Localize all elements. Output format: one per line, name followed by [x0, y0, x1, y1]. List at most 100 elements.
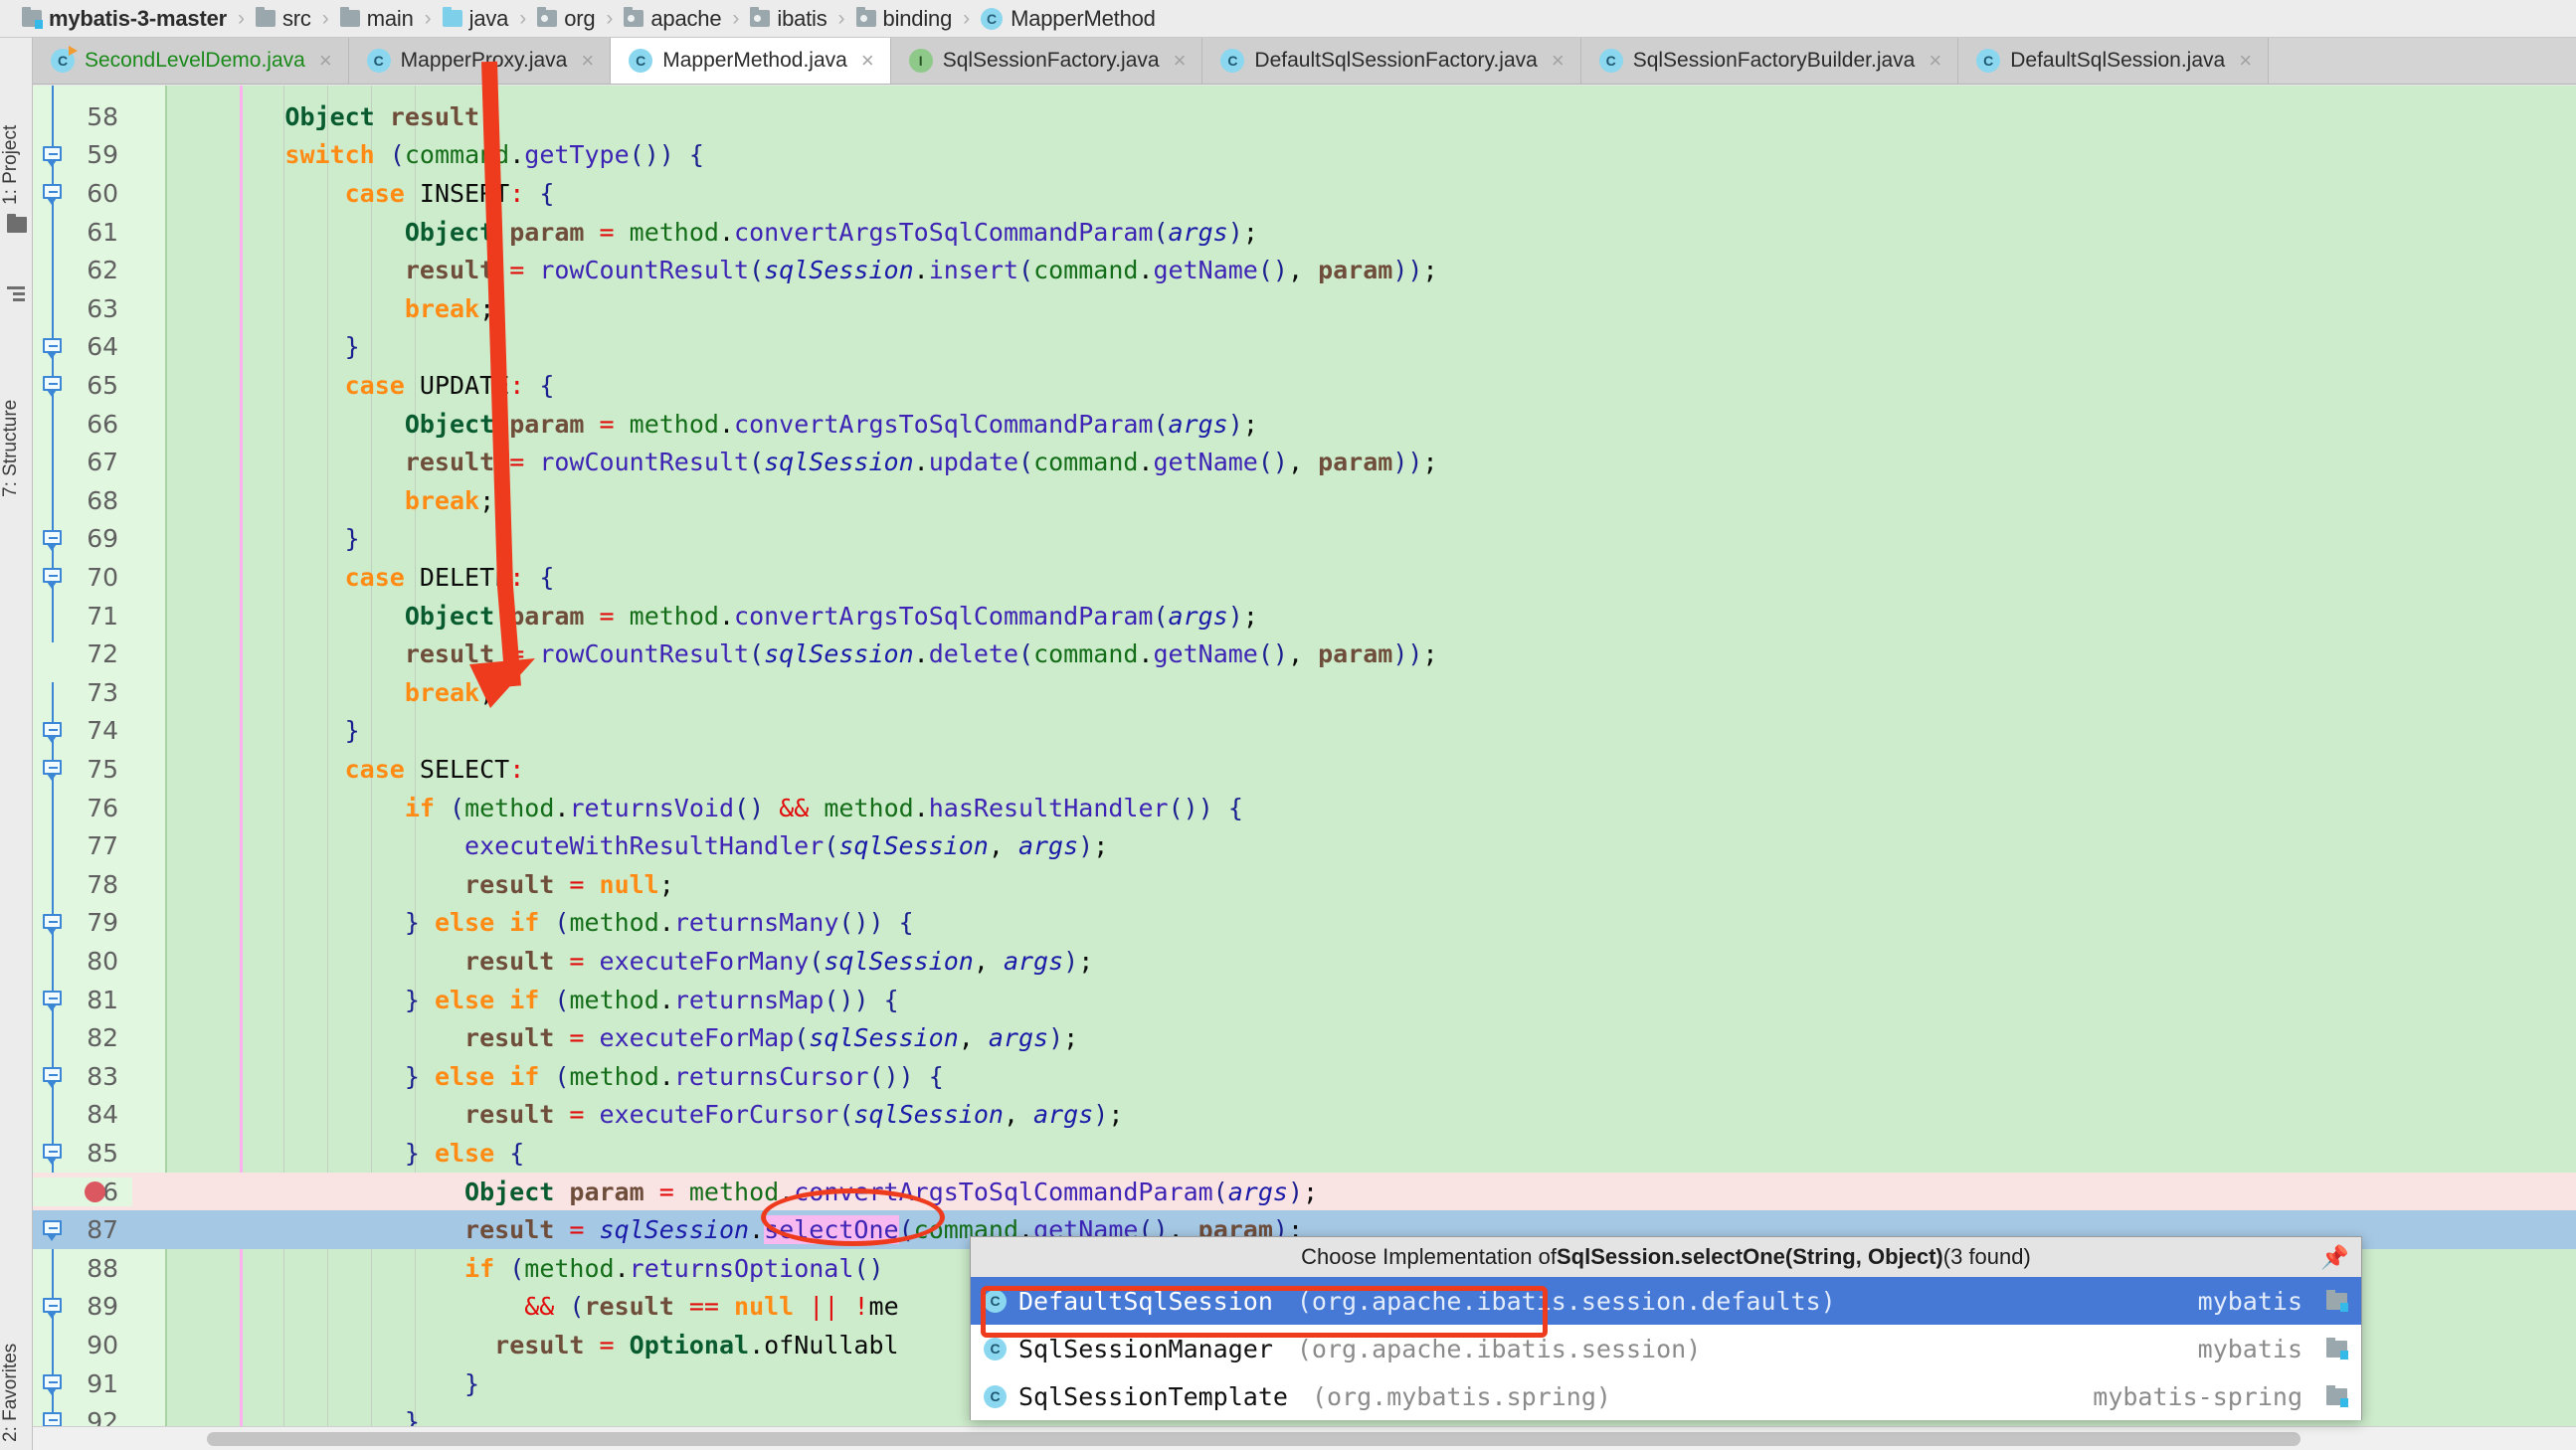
code-line[interactable]: 72 result = rowCountResult(sqlSession.de…	[33, 634, 2576, 673]
code-text[interactable]: }	[165, 524, 360, 553]
fold-toggle-icon[interactable]	[43, 145, 63, 167]
fold-toggle-icon[interactable]	[43, 990, 63, 1011]
code-line[interactable]: 58 Object result;	[33, 97, 2576, 136]
tab-MapperProxy[interactable]: C MapperProxy.java ×	[348, 38, 612, 84]
fold-toggle-icon[interactable]	[43, 1220, 63, 1242]
code-text[interactable]: result = rowCountResult(sqlSession.updat…	[165, 448, 1438, 476]
gutter-space[interactable]	[132, 289, 165, 328]
code-text[interactable]: }	[165, 1407, 420, 1426]
code-line[interactable]: 66 Object param = method.convertArgsToSq…	[33, 405, 2576, 444]
fold-toggle-icon[interactable]	[43, 1144, 63, 1166]
code-line[interactable]: 76 if (method.returnsVoid() && method.ha…	[33, 789, 2576, 827]
list-item[interactable]: C DefaultSqlSession (org.apache.ibatis.s…	[971, 1277, 2361, 1325]
code-line[interactable]: 60 case INSERT: {	[33, 174, 2576, 213]
gutter-space[interactable]	[132, 251, 165, 289]
code-line[interactable]: 71 Object param = method.convertArgsToSq…	[33, 597, 2576, 635]
breakpoint-marker[interactable]	[85, 1180, 105, 1202]
gutter-space[interactable]	[132, 673, 165, 712]
code-text[interactable]: break;	[165, 294, 494, 323]
code-line[interactable]: 59 switch (command.getType()) {	[33, 136, 2576, 175]
code-line[interactable]: 62 result = rowCountResult(sqlSession.in…	[33, 251, 2576, 289]
code-text[interactable]: Object param = method.convertArgsToSqlCo…	[165, 1178, 1318, 1206]
gutter-space[interactable]	[132, 1210, 165, 1249]
code-text[interactable]: }	[165, 332, 360, 361]
code-text[interactable]: result = executeForCursor(sqlSession, ar…	[165, 1100, 1123, 1129]
fold-toggle-icon[interactable]	[43, 568, 63, 590]
close-icon[interactable]: ×	[861, 50, 874, 72]
fold-toggle-icon[interactable]	[43, 1067, 63, 1088]
code-text[interactable]: result = rowCountResult(sqlSession.delet…	[165, 639, 1438, 668]
gutter-space[interactable]	[132, 443, 165, 481]
code-line[interactable]: 64 }	[33, 328, 2576, 367]
sidebar-item-project[interactable]: 1: Project	[0, 46, 33, 205]
gutter-space[interactable]	[132, 1402, 165, 1426]
code-line[interactable]: 77 executeWithResultHandler(sqlSession, …	[33, 826, 2576, 865]
code-line[interactable]: 83 } else if (method.returnsCursor()) {	[33, 1057, 2576, 1096]
gutter-space[interactable]	[132, 1288, 165, 1327]
code-text[interactable]: Object param = method.convertArgsToSqlCo…	[165, 218, 1258, 247]
gutter-space[interactable]	[132, 942, 165, 981]
fold-toggle-icon[interactable]	[43, 337, 63, 359]
list-item[interactable]: C SqlSessionTemplate (org.mybatis.spring…	[971, 1372, 2361, 1420]
gutter-space[interactable]	[132, 328, 165, 367]
scrollbar-thumb[interactable]	[207, 1432, 2300, 1446]
horizontal-scrollbar[interactable]	[33, 1426, 2576, 1450]
list-item[interactable]: C SqlSessionManager (org.apache.ibatis.s…	[971, 1325, 2361, 1372]
gutter-space[interactable]	[132, 789, 165, 827]
code-line[interactable]: 75 case SELECT:	[33, 750, 2576, 789]
structure-icon[interactable]	[7, 286, 25, 301]
choose-implementation-popup[interactable]: Choose Implementation of SqlSession.sele…	[970, 1236, 2362, 1420]
code-line[interactable]: 79 } else if (method.returnsMany()) {	[33, 904, 2576, 943]
gutter-space[interactable]	[132, 597, 165, 635]
code-text[interactable]: case UPDATE: {	[165, 371, 555, 400]
code-text[interactable]: result = null;	[165, 870, 674, 899]
gutter-space[interactable]	[132, 1326, 165, 1364]
code-text[interactable]: }	[165, 1369, 479, 1398]
fold-toggle-icon[interactable]	[43, 529, 63, 551]
code-text[interactable]: result = executeForMap(sqlSession, args)…	[165, 1023, 1078, 1052]
gutter-space[interactable]	[132, 136, 165, 175]
gutter-space[interactable]	[132, 981, 165, 1019]
close-icon[interactable]: ×	[581, 50, 594, 72]
code-line[interactable]: 67 result = rowCountResult(sqlSession.up…	[33, 443, 2576, 481]
code-line[interactable]: 82 result = executeForMap(sqlSession, ar…	[33, 1018, 2576, 1057]
gutter-space[interactable]	[132, 1173, 165, 1211]
gutter-space[interactable]	[132, 1364, 165, 1403]
pin-icon[interactable]: 📌	[2320, 1245, 2349, 1269]
code-text[interactable]: result = executeForMany(sqlSession, args…	[165, 947, 1093, 976]
code-line[interactable]: 61 Object param = method.convertArgsToSq…	[33, 213, 2576, 252]
gutter-space[interactable]	[132, 213, 165, 252]
breadcrumb-item-java[interactable]: java	[442, 0, 508, 38]
gutter-space[interactable]	[132, 405, 165, 444]
tab-SqlSessionFactoryBuilder[interactable]: C SqlSessionFactoryBuilder.java ×	[1580, 38, 1959, 84]
code-line[interactable]: 68 break;	[33, 481, 2576, 520]
breadcrumb-item-MapperMethod[interactable]: C MapperMethod	[981, 0, 1156, 38]
gutter-space[interactable]	[132, 366, 165, 405]
code-text[interactable]: Object param = method.convertArgsToSqlCo…	[165, 602, 1258, 631]
gutter-space[interactable]	[132, 174, 165, 213]
code-line[interactable]: 69 }	[33, 520, 2576, 559]
gutter-space[interactable]	[132, 904, 165, 943]
fold-toggle-icon[interactable]	[43, 1373, 63, 1395]
gutter-space[interactable]	[132, 520, 165, 559]
breadcrumb-item-org[interactable]: org	[537, 0, 596, 38]
code-text[interactable]: if (method.returnsOptional()	[165, 1254, 884, 1283]
project-folder-icon[interactable]	[7, 214, 27, 233]
tab-MapperMethod[interactable]: C MapperMethod.java ×	[611, 38, 891, 84]
code-text[interactable]: && (result == null || !me	[165, 1292, 898, 1321]
close-icon[interactable]: ×	[2239, 50, 2252, 72]
code-text[interactable]: } else {	[165, 1139, 524, 1168]
code-text[interactable]: executeWithResultHandler(sqlSession, arg…	[165, 831, 1108, 860]
gutter-space[interactable]	[132, 750, 165, 789]
fold-toggle-icon[interactable]	[43, 184, 63, 206]
tab-SqlSessionFactory[interactable]: I SqlSessionFactory.java ×	[890, 38, 1203, 84]
code-line[interactable]: 84 result = executeForCursor(sqlSession,…	[33, 1096, 2576, 1135]
gutter-space[interactable]	[132, 1096, 165, 1135]
gutter-space[interactable]	[132, 865, 165, 904]
fold-toggle-icon[interactable]	[43, 721, 63, 743]
code-text[interactable]: break;	[165, 678, 494, 707]
code-line[interactable]: 85 } else {	[33, 1134, 2576, 1173]
gutter-space[interactable]	[132, 826, 165, 865]
code-text[interactable]: case INSERT: {	[165, 179, 555, 208]
sidebar-item-favorites[interactable]: 2: Favorites	[0, 1238, 33, 1442]
